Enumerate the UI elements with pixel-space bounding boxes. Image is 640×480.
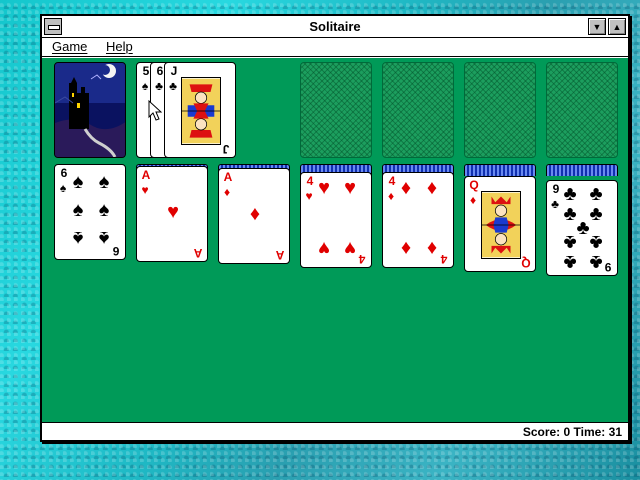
tableau-card-4-diamonds[interactable]: 4 ♦ ♦ ♦ ♦ ♦ 4 (382, 172, 454, 268)
heart-icon: ♥ (318, 177, 330, 199)
queen-face-icon (481, 191, 521, 259)
menu-game[interactable]: Game (52, 39, 87, 54)
diamond-icon: ♦ (400, 177, 412, 199)
face-down-stack (464, 164, 536, 176)
foundation-slot-4[interactable] (546, 62, 618, 158)
jack-face-icon (181, 77, 221, 145)
heart-icon: ♥ (167, 201, 179, 223)
card-rank-bottom: Q (521, 256, 531, 270)
maximize-button[interactable]: ▲ (608, 18, 626, 35)
heart-icon: ♥ (141, 183, 149, 197)
card-rank-bottom: 4 (440, 252, 448, 266)
stock-pile[interactable] (54, 62, 126, 158)
foundation-slot-3[interactable] (464, 62, 536, 158)
diamond-icon: ♦ (400, 237, 412, 259)
club-icon: ♣ (589, 183, 603, 205)
club-icon: ♣ (563, 231, 577, 253)
heart-icon: ♥ (344, 177, 356, 199)
menu-help[interactable]: Help (106, 39, 133, 54)
card-rank: A (141, 168, 151, 182)
spade-icon: ♠ (98, 199, 110, 221)
tableau-card-9-clubs[interactable]: 9 ♣ ♣ ♣ ♣ ♣ ♣ ♣ ♣ ♣ ♣ 9 (546, 180, 618, 276)
card-rank-bottom: A (193, 246, 203, 260)
foundation-slot-1[interactable] (300, 62, 372, 158)
tableau-card-a-hearts[interactable]: A ♥ ♥ A (136, 166, 208, 262)
status-bar: Score: 0 Time: 31 (42, 422, 628, 440)
card-rank-bottom: J (222, 142, 230, 156)
spade-icon: ♠ (72, 227, 84, 249)
tableau-card-4-hearts[interactable]: 4 ♥ ♥ ♥ ♥ ♥ 4 (300, 172, 372, 268)
card-rank-bottom: A (275, 248, 285, 262)
diamond-icon: ♦ (249, 203, 261, 225)
title-bar[interactable]: Solitaire ▼ ▲ (42, 16, 628, 38)
club-icon: ♣ (589, 231, 603, 253)
face-down-stack (546, 164, 618, 176)
diamond-icon: ♦ (469, 193, 477, 207)
game-table: 5 ♠ 6 ♣ J ♣ J 6 ♠ ♠ ♠ ♠ ♠ ♠ ♠ 6 A ♥ ♥ A … (42, 58, 628, 422)
window-title: Solitaire (309, 19, 361, 34)
spade-icon: ♠ (72, 171, 84, 193)
mouse-pointer-icon (148, 100, 162, 121)
diamond-icon: ♦ (223, 185, 231, 199)
castle-card-back-icon (55, 63, 125, 157)
diamond-icon: ♦ (426, 177, 438, 199)
card-rank-bottom: 9 (604, 260, 612, 274)
club-icon: ♣ (563, 251, 577, 273)
waste-top-card[interactable]: J ♣ J (164, 62, 236, 158)
score-time-readout: Score: 0 Time: 31 (522, 425, 622, 439)
card-rank: A (223, 170, 233, 184)
foundation-slot-2[interactable] (382, 62, 454, 158)
club-icon: ♣ (169, 79, 177, 93)
heart-icon: ♥ (318, 237, 330, 259)
menu-bar: Game Help (42, 38, 628, 57)
tableau-card-a-diamonds[interactable]: A ♦ ♦ A (218, 168, 290, 264)
card-rank-bottom: 4 (358, 252, 366, 266)
tableau-card-q-diamonds[interactable]: Q ♦ Q (464, 176, 536, 272)
card-rank: J (170, 64, 178, 78)
spade-icon: ♠ (72, 199, 84, 221)
card-rank: Q (469, 178, 479, 192)
card-rank-bottom: 6 (112, 244, 120, 258)
minimize-button[interactable]: ▼ (588, 18, 606, 35)
club-icon: ♣ (563, 183, 577, 205)
spade-icon: ♠ (98, 171, 110, 193)
solitaire-window: Solitaire ▼ ▲ Game Help 5 ♠ 6 ♣ J ♣ J 6 … (40, 14, 630, 442)
tableau-card-6-spades[interactable]: 6 ♠ ♠ ♠ ♠ ♠ ♠ ♠ 6 (54, 164, 126, 260)
